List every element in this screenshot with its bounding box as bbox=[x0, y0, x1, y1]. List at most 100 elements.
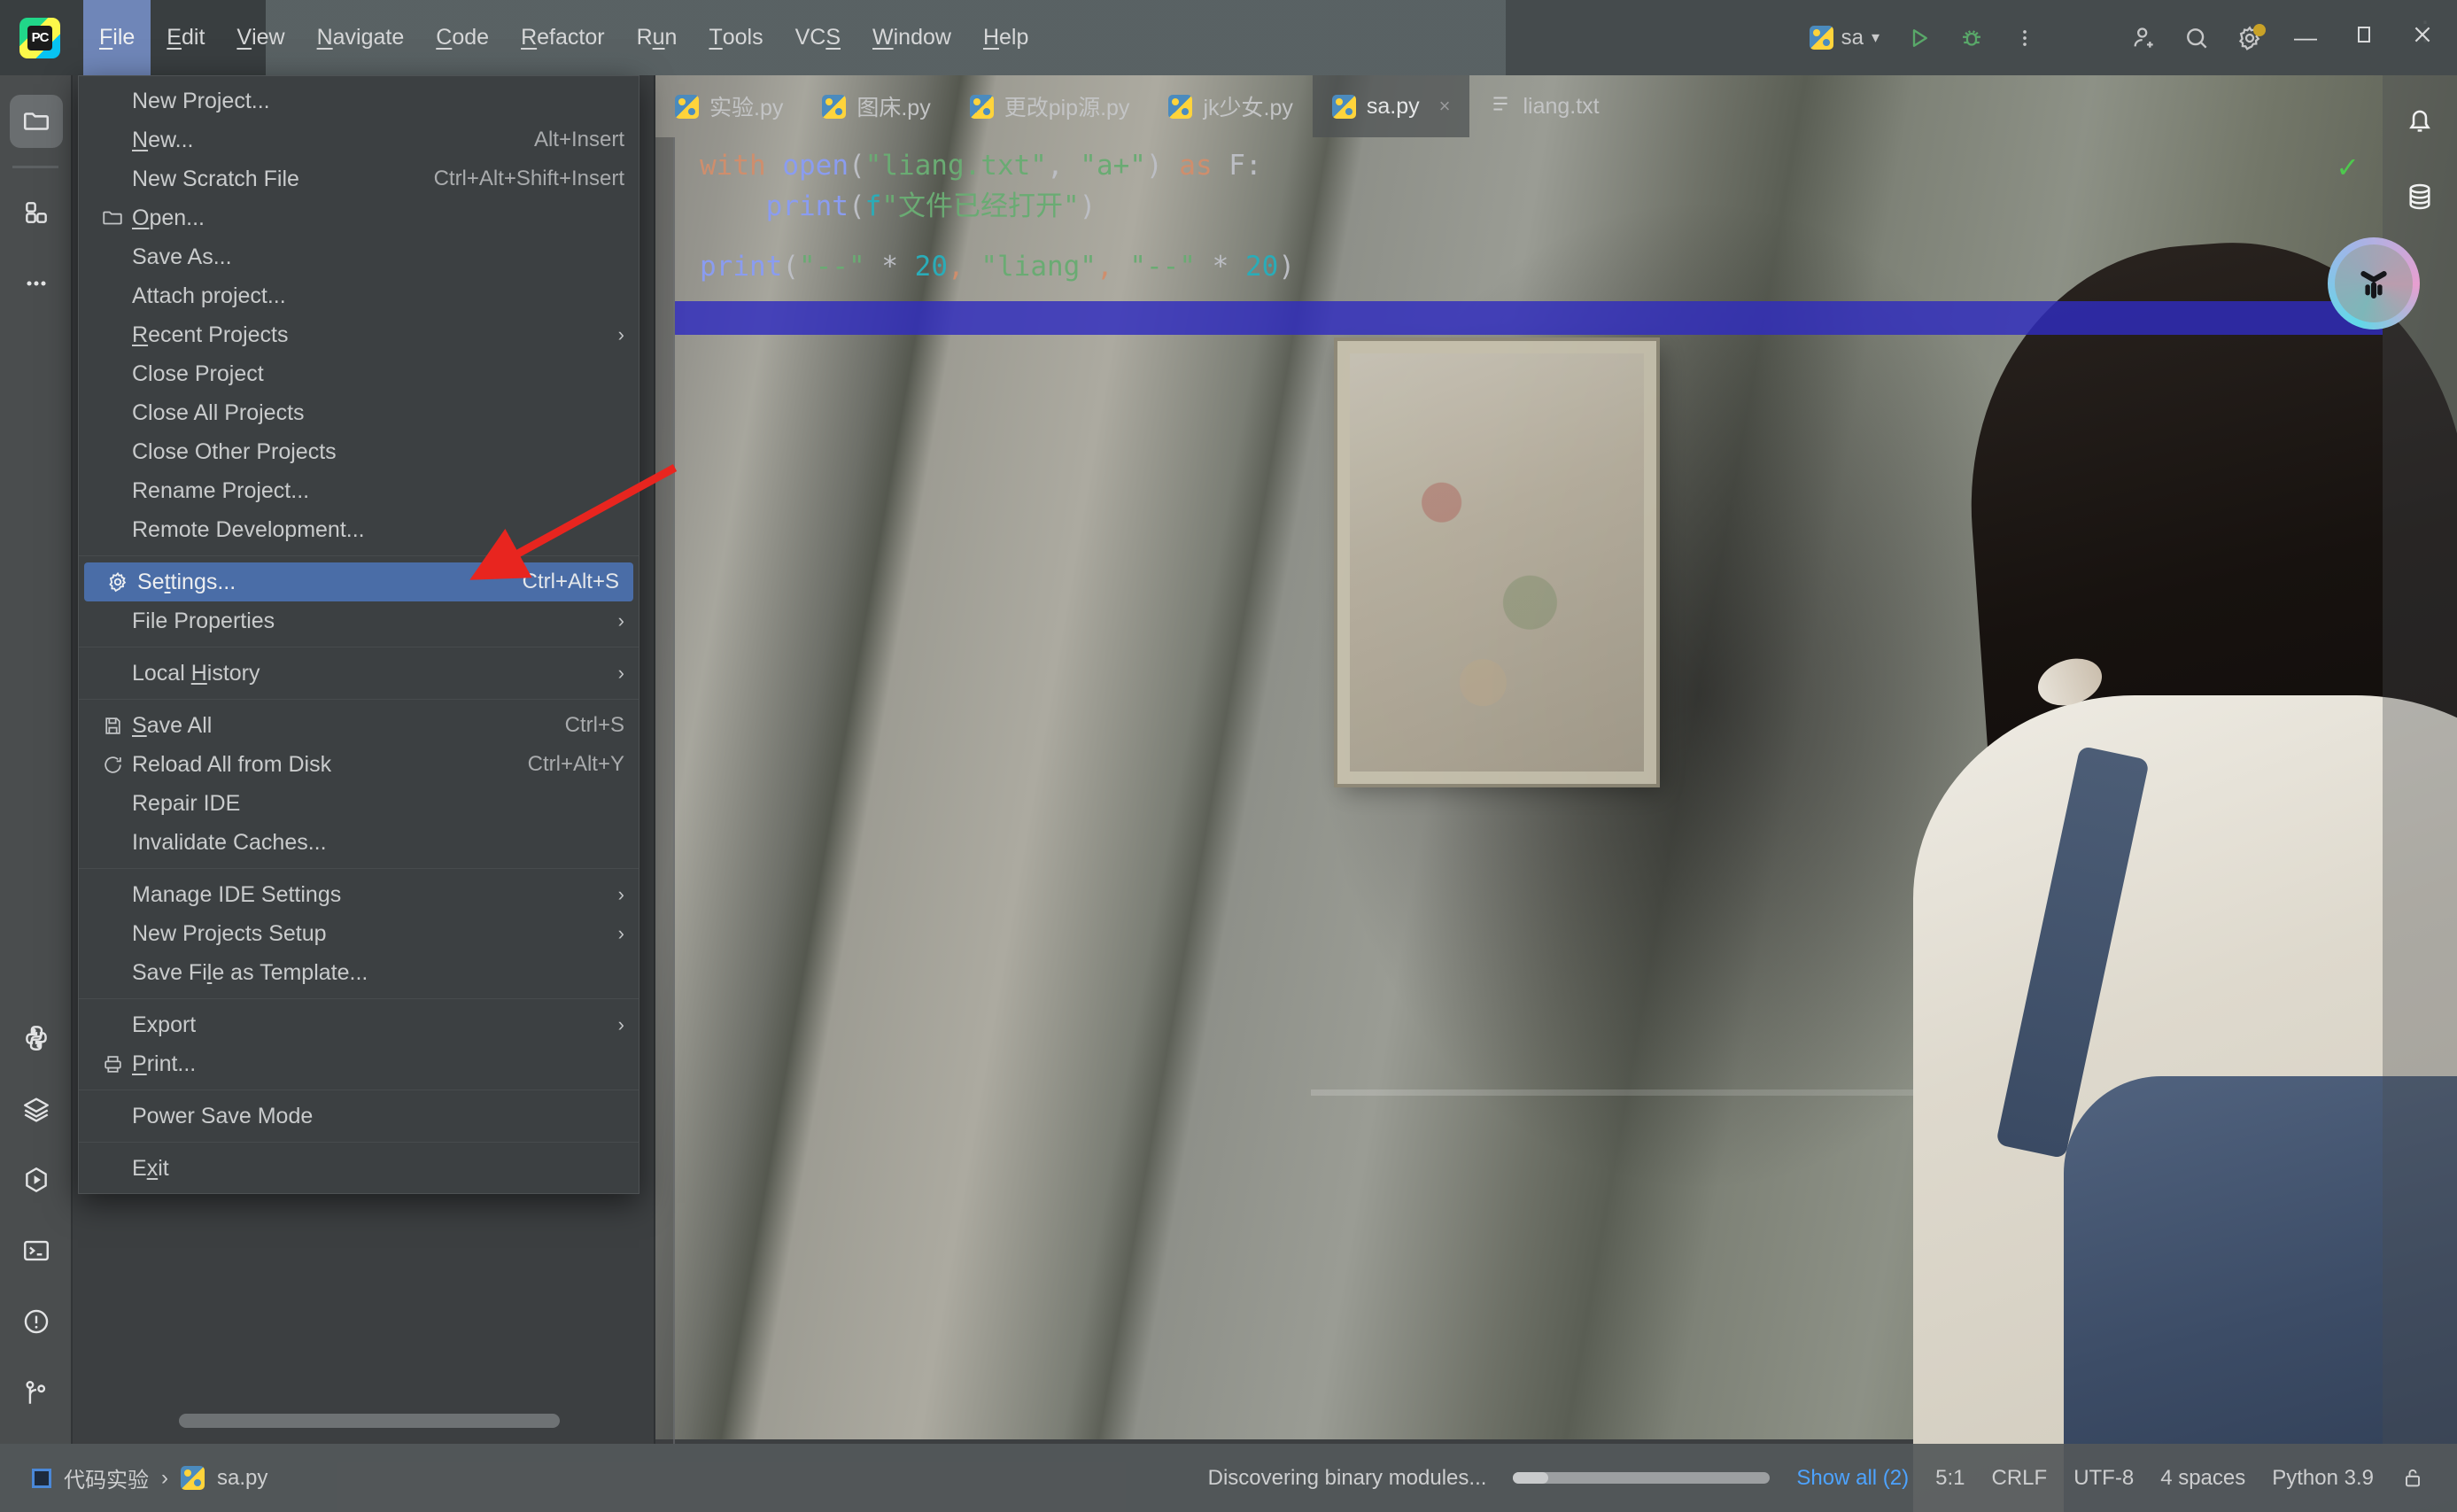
menubar-item-help[interactable]: Help bbox=[967, 0, 1044, 75]
menu-item-label: Close Other Projects bbox=[132, 438, 337, 464]
show-all-link[interactable]: Show all (2) bbox=[1796, 1466, 1909, 1491]
sidebar-item-notifications[interactable] bbox=[2383, 84, 2457, 160]
menubar-item-tools[interactable]: Tools bbox=[693, 0, 779, 75]
menu-item-invalidate-caches[interactable]: Invalidate Caches... bbox=[79, 823, 639, 862]
breadcrumb-separator: › bbox=[161, 1465, 168, 1490]
menubar-item-refactor[interactable]: Refactor bbox=[505, 0, 621, 75]
menubar-item-file[interactable]: File bbox=[83, 0, 151, 75]
menu-item-file-properties[interactable]: File Properties › bbox=[79, 601, 639, 640]
menu-item-new-projects-setup[interactable]: New Projects Setup › bbox=[79, 914, 639, 953]
caret-position[interactable]: 5:1 bbox=[1935, 1466, 1965, 1491]
menu-item-close-all-projects[interactable]: Close All Projects bbox=[79, 393, 639, 432]
sidebar-item-run[interactable] bbox=[0, 1144, 73, 1215]
chevron-down-icon: ▾ bbox=[1871, 28, 1880, 46]
sidebar-item-more[interactable] bbox=[0, 248, 73, 319]
maximize-button[interactable] bbox=[2337, 0, 2391, 75]
code-token: , bbox=[1046, 150, 1081, 182]
menubar-item-edit[interactable]: Edit bbox=[151, 0, 221, 75]
more-options-button[interactable] bbox=[2000, 13, 2050, 63]
code-token: , bbox=[1096, 251, 1113, 283]
menu-item-save-as[interactable]: Save As... bbox=[79, 237, 639, 276]
menu-item-manage-ide-settings[interactable]: Manage IDE Settings › bbox=[79, 875, 639, 914]
sidebar-item-terminal[interactable] bbox=[0, 1215, 73, 1286]
indent-setting[interactable]: 4 spaces bbox=[2160, 1466, 2245, 1491]
menu-item-local-history[interactable]: Local History › bbox=[79, 654, 639, 693]
menu-item-label: Save As... bbox=[132, 244, 232, 269]
settings-button[interactable] bbox=[2225, 13, 2275, 63]
menu-item-label: Settings... bbox=[137, 569, 236, 594]
menu-item-rename-project[interactable]: Rename Project... bbox=[79, 471, 639, 510]
menu-item-new-project[interactable]: New Project... bbox=[79, 81, 639, 120]
cube-icon bbox=[2335, 244, 2413, 322]
editor-tab-图床.py[interactable]: 图床.py bbox=[802, 75, 949, 137]
database-icon bbox=[2403, 180, 2437, 218]
menu-item-print[interactable]: Print... bbox=[79, 1044, 639, 1083]
menubar-item-vcs[interactable]: VC S bbox=[779, 0, 856, 75]
menu-item-recent-projects[interactable]: Recent Projects › bbox=[79, 315, 639, 354]
run-configuration-selector[interactable]: sa ▾ bbox=[1799, 26, 1890, 50]
menu-item-open[interactable]: Open... bbox=[79, 198, 639, 237]
menu-item-attach-project[interactable]: Attach project... bbox=[79, 276, 639, 315]
python-interpreter[interactable]: Python 3.9 bbox=[2272, 1466, 2374, 1491]
line-separator[interactable]: CRLF bbox=[1992, 1466, 2048, 1491]
sidebar-item-problems[interactable] bbox=[0, 1286, 73, 1357]
editor-tab-sa.py[interactable]: sa.py × bbox=[1312, 75, 1470, 137]
menu-item-save-file-as-template[interactable]: Save File as Template... bbox=[79, 953, 639, 992]
sidebar-item-python-console[interactable] bbox=[0, 1003, 73, 1074]
python-file-icon bbox=[1331, 94, 1356, 119]
menu-item-label: Reload All from Disk bbox=[132, 751, 332, 777]
editor-tab-更改pip源.py[interactable]: 更改pip源.py bbox=[950, 75, 1150, 137]
breadcrumb[interactable]: 代码实验 › sa.py bbox=[32, 1462, 267, 1493]
sidebar-item-version-control[interactable] bbox=[0, 1357, 73, 1428]
add-user-button[interactable] bbox=[2119, 13, 2168, 63]
menubar-item-run[interactable]: Run bbox=[621, 0, 694, 75]
menu-item-shortcut: Ctrl+Alt+Shift+Insert bbox=[433, 167, 624, 190]
menubar-item-navigate[interactable]: Navigate bbox=[301, 0, 421, 75]
sidebar-item-database[interactable] bbox=[2383, 160, 2457, 236]
left-tool-rail bbox=[0, 75, 73, 1444]
menubar-item-view[interactable]: View bbox=[221, 0, 300, 75]
breadcrumb-project[interactable]: 代码实验 bbox=[64, 1462, 149, 1493]
menu-item-new-scratch-file[interactable]: New Scratch File Ctrl+Alt+Shift+Insert bbox=[79, 159, 639, 198]
minimize-button[interactable]: — bbox=[2278, 0, 2333, 75]
menu-item-power-save-mode[interactable]: Power Save Mode bbox=[79, 1097, 639, 1136]
menubar-item-window[interactable]: Window bbox=[856, 0, 967, 75]
editor-tab-liang.txt[interactable]: liang.txt bbox=[1469, 75, 1618, 137]
warning-icon bbox=[10, 1295, 63, 1348]
menu-item-close-project[interactable]: Close Project bbox=[79, 354, 639, 393]
ai-assistant-widget[interactable] bbox=[2328, 237, 2420, 330]
menu-item-exit[interactable]: Exit bbox=[79, 1149, 639, 1188]
menu-item-reload-all-from-disk[interactable]: Reload All from Disk Ctrl+Alt+Y bbox=[79, 745, 639, 784]
status-bar: 代码实验 › sa.py Discovering binary modules.… bbox=[0, 1444, 2457, 1512]
sidebar-item-structure[interactable] bbox=[0, 177, 73, 248]
editor-tab-jk少女.py[interactable]: jk少女.py bbox=[1149, 75, 1312, 137]
editor-tab-实验.py[interactable]: 实验.py bbox=[655, 75, 802, 137]
menubar-item-code[interactable]: Code bbox=[420, 0, 505, 75]
file-menu-dropdown[interactable]: New Project... New... Alt+Insert New Scratc… bbox=[78, 75, 639, 1194]
search-button[interactable] bbox=[2172, 13, 2221, 63]
code-editor[interactable]: with open("liang.txt", "a+") as F: print… bbox=[675, 137, 2383, 1444]
menu-item-close-other-projects[interactable]: Close Other Projects bbox=[79, 432, 639, 471]
menu-item-save-all[interactable]: Save All Ctrl+S bbox=[79, 706, 639, 745]
sidebar-item-project[interactable] bbox=[0, 86, 73, 157]
file-encoding[interactable]: UTF-8 bbox=[2073, 1466, 2134, 1491]
read-write-lock-icon[interactable] bbox=[2400, 1465, 2427, 1492]
menu-item-new[interactable]: New... Alt+Insert bbox=[79, 120, 639, 159]
menu-item-settings[interactable]: Settings... Ctrl+Alt+S bbox=[84, 562, 633, 601]
code-token: print bbox=[765, 190, 849, 222]
menu-item-remote-development[interactable]: Remote Development... bbox=[79, 510, 639, 549]
close-button[interactable] bbox=[2395, 0, 2450, 75]
run-button[interactable] bbox=[1894, 13, 1943, 63]
sidebar-item-services[interactable] bbox=[0, 1074, 73, 1144]
ellipsis-icon bbox=[10, 257, 63, 310]
tab-close-icon[interactable]: × bbox=[1439, 95, 1451, 118]
editor-tab-label: 更改pip源.py bbox=[1004, 96, 1130, 120]
inspection-ok-icon[interactable]: ✓ bbox=[2336, 151, 2360, 184]
project-scrollbar[interactable] bbox=[179, 1414, 560, 1428]
menu-item-repair-ide[interactable]: Repair IDE bbox=[79, 784, 639, 823]
run-hex-icon bbox=[10, 1153, 63, 1206]
breadcrumb-file[interactable]: sa.py bbox=[217, 1466, 267, 1491]
debug-button[interactable] bbox=[1947, 13, 1996, 63]
menu-item-export[interactable]: Export › bbox=[79, 1005, 639, 1044]
